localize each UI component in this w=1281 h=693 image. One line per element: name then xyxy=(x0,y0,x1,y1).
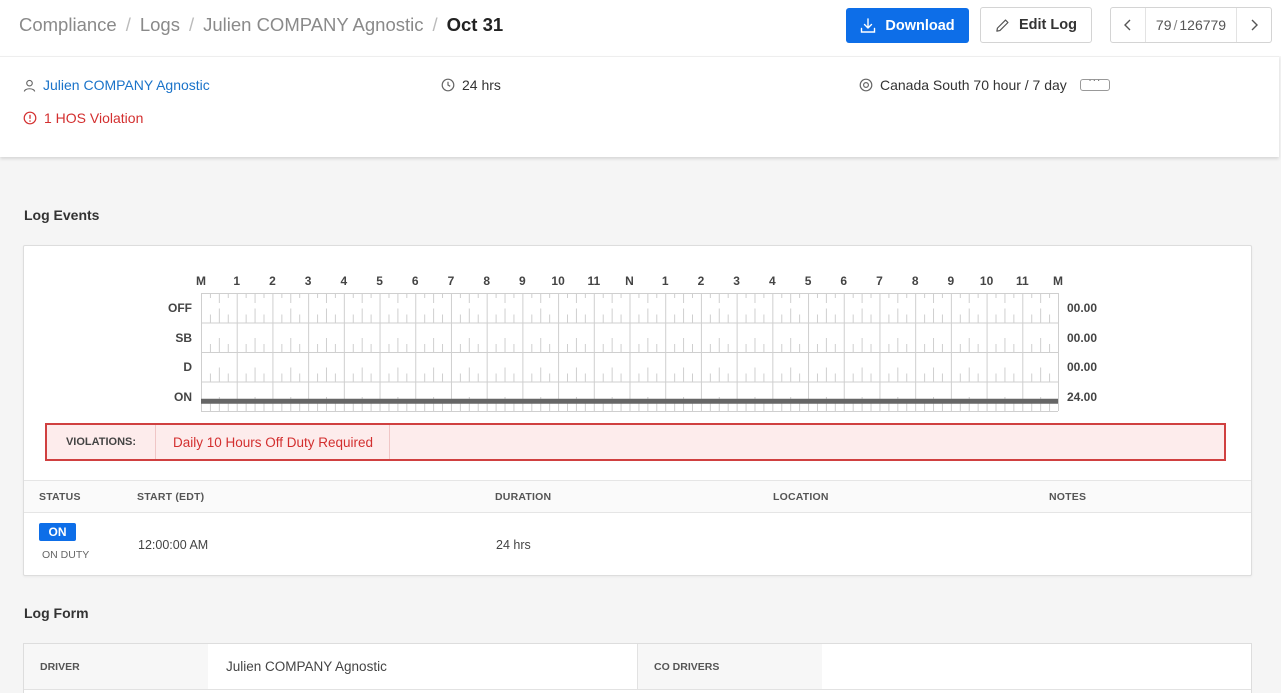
driver-value: Julien COMPANY Agnostic xyxy=(226,659,387,674)
edit-log-button[interactable]: Edit Log xyxy=(980,7,1092,43)
pager-total: 126779 xyxy=(1179,17,1227,33)
hour-label: 1 xyxy=(661,274,669,288)
hour-label: 8 xyxy=(483,274,490,288)
user-icon xyxy=(23,79,36,92)
table-row[interactable]: ON ON DUTY 12:00:00 AM 24 hrs xyxy=(24,514,1251,576)
pager-count: 79 / 126779 xyxy=(1145,8,1237,42)
column-start[interactable]: START (EDT) xyxy=(137,491,204,503)
duty-grid xyxy=(201,293,1059,412)
hour-label: 9 xyxy=(947,274,955,288)
duration-info: 24 hrs xyxy=(441,77,501,93)
form-row-divider xyxy=(24,689,1251,690)
graph-row-label: SB xyxy=(175,331,192,345)
graph-row-total: 00.00 xyxy=(1067,331,1098,345)
events-table-header: STATUS START (EDT) DURATION LOCATION NOT… xyxy=(24,480,1251,513)
hour-label: 3 xyxy=(304,274,312,288)
hour-label: 7 xyxy=(876,274,883,288)
hour-label: 10 xyxy=(551,274,565,288)
driver-link[interactable]: Julien COMPANY Agnostic xyxy=(43,77,210,93)
target-icon xyxy=(859,78,873,92)
log-pager: 79 / 126779 xyxy=(1110,7,1272,43)
edit-log-button-label: Edit Log xyxy=(1019,17,1077,33)
hour-label: 10 xyxy=(979,274,994,288)
hour-label: N xyxy=(625,274,634,288)
download-button[interactable]: Download xyxy=(846,8,969,43)
top-bar: Compliance / Logs / Julien COMPANY Agnos… xyxy=(0,0,1281,56)
download-icon xyxy=(861,17,876,33)
graph-row-label: OFF xyxy=(168,301,192,315)
graph-row-total: 00.00 xyxy=(1067,360,1098,374)
hour-label: 2 xyxy=(269,274,276,288)
download-button-label: Download xyxy=(885,17,955,34)
hour-label: 1 xyxy=(233,274,241,288)
hour-label: 7 xyxy=(447,274,455,288)
column-location[interactable]: LOCATION xyxy=(773,491,829,503)
co-drivers-value xyxy=(822,644,1251,689)
log-form-card: DRIVER Julien COMPANY Agnostic CO DRIVER… xyxy=(23,643,1252,693)
violations-bar: VIOLATIONS: Daily 10 Hours Off Duty Requ… xyxy=(45,423,1226,461)
hour-label: 9 xyxy=(519,274,526,288)
chevron-left-icon xyxy=(1124,19,1131,31)
hour-label: M xyxy=(1053,274,1063,288)
hour-label: 4 xyxy=(768,274,776,288)
breadcrumb-driver[interactable]: Julien COMPANY Agnostic xyxy=(203,14,423,36)
hour-label: 3 xyxy=(733,274,740,288)
column-duration[interactable]: DURATION xyxy=(495,491,551,503)
hour-label: M xyxy=(196,274,206,288)
chevron-right-icon xyxy=(1251,19,1258,31)
log-form-title: Log Form xyxy=(24,605,89,621)
graph-row-label: ON xyxy=(174,390,192,404)
breadcrumb: Compliance / Logs / Julien COMPANY Agnos… xyxy=(19,14,503,36)
hour-label: 11 xyxy=(587,274,601,288)
column-notes[interactable]: NOTES xyxy=(1049,491,1086,503)
graph-row-total: 24.00 xyxy=(1067,390,1098,404)
column-status[interactable]: STATUS xyxy=(39,491,81,503)
breadcrumb-separator: / xyxy=(125,14,131,35)
log-events-card: M 1 2 3 4 5 6 7 8 9 10 11 N 1 2 3 4 5 6 7 8 9 10 11 M OFF SB D O… xyxy=(23,245,1252,576)
breadcrumb-logs[interactable]: Logs xyxy=(140,14,180,36)
breadcrumb-compliance[interactable]: Compliance xyxy=(19,14,117,36)
hour-label: 6 xyxy=(411,274,419,288)
hour-label: 6 xyxy=(840,274,848,288)
duty-status-graph: M 1 2 3 4 5 6 7 8 9 10 11 N 1 2 3 4 5 6 7 8 9 10 11 M OFF SB D O… xyxy=(24,246,1253,421)
hour-label: 4 xyxy=(340,274,348,288)
graph-row-total: 00.00 xyxy=(1067,301,1098,315)
status-text: ON DUTY xyxy=(42,549,90,561)
previous-log-button[interactable] xyxy=(1111,8,1145,42)
event-start: 12:00:00 AM xyxy=(138,538,209,552)
driver-info: Julien COMPANY Agnostic xyxy=(23,77,210,93)
clock-icon xyxy=(441,78,455,92)
co-drivers-label: CO DRIVERS xyxy=(638,644,822,689)
violation-summary-link[interactable]: 1 HOS Violation xyxy=(44,110,143,126)
violation-item[interactable]: Daily 10 Hours Off Duty Required xyxy=(157,425,390,459)
ruleset-name: Canada South 70 hour / 7 day xyxy=(880,77,1067,93)
log-events-title: Log Events xyxy=(24,207,100,223)
ruleset-info: Canada South 70 hour / 7 day xyxy=(859,75,1110,93)
ruleset-more-button[interactable] xyxy=(1079,75,1110,91)
hour-label: 11 xyxy=(1015,274,1029,288)
hour-label: 8 xyxy=(911,274,919,288)
hour-label: 5 xyxy=(376,274,383,288)
next-log-button[interactable] xyxy=(1237,8,1271,42)
alert-circle-icon xyxy=(23,111,37,125)
status-badge: ON xyxy=(39,523,76,541)
pencil-icon xyxy=(996,18,1009,32)
breadcrumb-separator: / xyxy=(432,14,438,35)
violations-label: VIOLATIONS: xyxy=(47,425,156,459)
pager-separator: / xyxy=(1173,17,1178,33)
hour-label: 5 xyxy=(804,274,812,288)
graph-row-label: D xyxy=(183,360,192,374)
log-info-panel: Julien COMPANY Agnostic 24 hrs Canada So… xyxy=(0,56,1279,157)
hour-label: 2 xyxy=(697,274,705,288)
breadcrumb-current: Oct 31 xyxy=(446,14,504,35)
event-duration: 24 hrs xyxy=(496,538,531,552)
violation-info: 1 HOS Violation xyxy=(23,110,143,126)
log-duration: 24 hrs xyxy=(462,77,501,93)
pager-current: 79 xyxy=(1155,17,1172,33)
driver-label: DRIVER xyxy=(24,644,208,689)
breadcrumb-separator: / xyxy=(188,14,195,35)
